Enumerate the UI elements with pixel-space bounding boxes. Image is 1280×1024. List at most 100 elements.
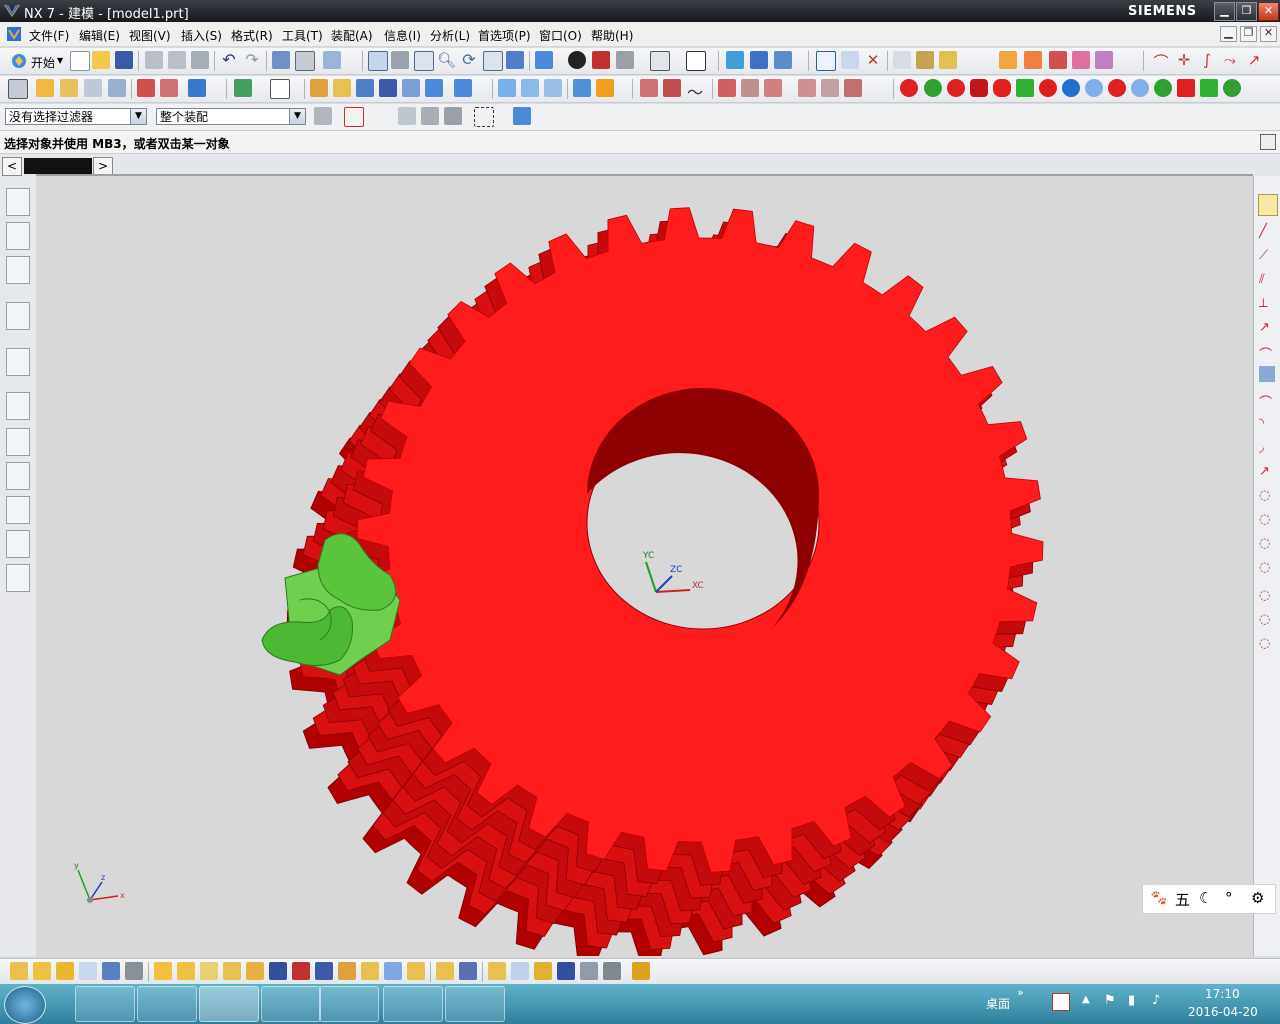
- curve-icon-1[interactable]: ⌒: [1152, 51, 1170, 71]
- draft-icon[interactable]: [402, 79, 420, 97]
- snap-point-icon[interactable]: [56, 962, 74, 980]
- select-window-icon[interactable]: [295, 51, 315, 71]
- sketch-icon[interactable]: [8, 79, 28, 99]
- desktop-toolbar-label[interactable]: 桌面: [986, 995, 1010, 1012]
- menu-information[interactable]: 信息(I): [384, 27, 421, 44]
- surface-icon-3[interactable]: [544, 79, 562, 97]
- arc-icon-2[interactable]: ◝: [1259, 416, 1275, 432]
- select-face-icon[interactable]: [421, 107, 439, 125]
- chevron-down-icon[interactable]: ▼: [57, 56, 63, 65]
- background-icon[interactable]: [616, 51, 634, 69]
- hole-icon[interactable]: [84, 79, 102, 97]
- menu-tools[interactable]: 工具(T): [282, 27, 323, 44]
- ime-mode[interactable]: 五: [1175, 889, 1190, 910]
- snap-icon-22[interactable]: [511, 962, 529, 980]
- doc-minimize-button[interactable]: ▁: [1220, 26, 1237, 42]
- edit-feature-icon-3[interactable]: [764, 79, 782, 97]
- app-menu-icon[interactable]: [6, 26, 22, 42]
- paste-icon[interactable]: [191, 51, 209, 69]
- edit-section-icon[interactable]: [939, 51, 957, 69]
- gear-tool-icon-4[interactable]: [970, 79, 988, 97]
- graphics-window[interactable]: XC YC ZC x y z: [36, 174, 1253, 963]
- part-icon-1[interactable]: [999, 51, 1017, 69]
- layer-icon[interactable]: [650, 51, 670, 71]
- moon-icon[interactable]: ☾: [1199, 889, 1212, 907]
- ruler-icon[interactable]: [916, 51, 934, 69]
- doc-restore-button[interactable]: ❐: [1240, 26, 1257, 42]
- shell-icon[interactable]: [356, 79, 374, 97]
- snap-icon-9[interactable]: [200, 962, 218, 980]
- perpendicular-line-icon[interactable]: ⟂: [1259, 296, 1275, 312]
- gear-tool-icon-12[interactable]: [1154, 79, 1172, 97]
- snap-existing-icon[interactable]: [125, 962, 143, 980]
- reuse-library-tab[interactable]: [6, 302, 30, 330]
- gear-tool-icon-11[interactable]: [1131, 79, 1149, 97]
- arc-icon-1[interactable]: ⌒: [1259, 392, 1275, 411]
- gear-tool-icon-7[interactable]: [1039, 79, 1057, 97]
- snap-point-icon[interactable]: [841, 51, 859, 69]
- parallel-line-icon[interactable]: ⫽: [1259, 272, 1275, 288]
- constraint-icon[interactable]: [774, 51, 792, 69]
- history-clock-icon[interactable]: [6, 392, 30, 420]
- palettes-tab[interactable]: [6, 462, 30, 490]
- snap-icon-15[interactable]: [338, 962, 356, 980]
- gear-tool-icon-13[interactable]: [1177, 79, 1195, 97]
- network-icon[interactable]: ▮: [1128, 993, 1135, 1008]
- menu-help[interactable]: 帮助(H): [591, 27, 633, 44]
- trim-icon[interactable]: [137, 79, 155, 97]
- circle-icon-7[interactable]: ◌: [1259, 636, 1275, 652]
- snap-icon-25[interactable]: [580, 962, 598, 980]
- menu-assembly[interactable]: 装配(A): [331, 27, 373, 44]
- edit-object-icon[interactable]: [272, 51, 290, 69]
- rectangle-select-icon[interactable]: [474, 107, 494, 127]
- snap-icon-20[interactable]: [459, 962, 477, 980]
- circle-icon-6[interactable]: ◌: [1259, 612, 1275, 628]
- shaded-icon[interactable]: [592, 51, 610, 69]
- action-center-icon[interactable]: ⚑: [1104, 993, 1116, 1008]
- start-icon[interactable]: [10, 52, 28, 70]
- volume-icon[interactable]: ♪: [1152, 993, 1160, 1008]
- surface-icon-1[interactable]: [498, 79, 516, 97]
- assembly-navigator-tab[interactable]: [6, 188, 30, 216]
- edit-feature-icon-1[interactable]: [718, 79, 736, 97]
- taskbar-calculator[interactable]: [75, 986, 135, 1022]
- gear-tool-icon-8[interactable]: [1062, 79, 1080, 97]
- taskbar-window[interactable]: [445, 986, 505, 1022]
- orient-view-icon[interactable]: [535, 51, 553, 69]
- settings-icon[interactable]: ⚙: [1251, 889, 1264, 907]
- boss-icon[interactable]: [108, 79, 126, 97]
- menu-format[interactable]: 格式(R): [231, 27, 273, 44]
- zoom-window-icon[interactable]: [391, 51, 409, 69]
- fit-icon[interactable]: [368, 51, 388, 71]
- circle-icon-5[interactable]: ◌: [1259, 588, 1275, 604]
- curve-icon-3[interactable]: ∫: [1198, 51, 1216, 69]
- chevron-down-icon[interactable]: ▼: [289, 109, 305, 124]
- analysis-icon-1[interactable]: [640, 79, 658, 97]
- tangent-line-icon[interactable]: ↗: [1259, 320, 1275, 336]
- tool-palette-icon[interactable]: [1258, 194, 1278, 216]
- grid-icon[interactable]: [1259, 366, 1275, 382]
- curve-icon-4[interactable]: ⤳: [1221, 51, 1239, 69]
- cut-icon[interactable]: [145, 51, 163, 69]
- edit-feature-icon-5[interactable]: [821, 79, 839, 97]
- arc-line-icon[interactable]: ⌒: [1259, 344, 1275, 363]
- snap-icon-26[interactable]: [603, 962, 621, 980]
- part-navigator-tab[interactable]: [6, 256, 30, 284]
- system-scenes-tab[interactable]: [6, 564, 30, 592]
- menu-analysis[interactable]: 分析(L): [430, 27, 470, 44]
- block-icon[interactable]: [188, 79, 206, 97]
- roles-tab[interactable]: [6, 530, 30, 558]
- snap-endpoint-icon[interactable]: [10, 962, 28, 980]
- curve-icon-2[interactable]: ✛: [1175, 51, 1193, 69]
- menu-insert[interactable]: 插入(S): [181, 27, 222, 44]
- snap-icon-17[interactable]: [384, 962, 402, 980]
- revolve-icon[interactable]: [60, 79, 78, 97]
- taskbar-ggg[interactable]: [261, 986, 321, 1022]
- clock-date[interactable]: 2016-04-20: [1188, 1005, 1258, 1019]
- gear-tool-icon-2[interactable]: [924, 79, 942, 97]
- pan-icon[interactable]: [483, 51, 503, 71]
- angle-line-icon[interactable]: ⟋: [1259, 248, 1275, 264]
- minimize-button[interactable]: ▁: [1214, 2, 1235, 21]
- circle-icon-1[interactable]: ◌: [1259, 488, 1275, 504]
- process-studio-tab[interactable]: [6, 496, 30, 524]
